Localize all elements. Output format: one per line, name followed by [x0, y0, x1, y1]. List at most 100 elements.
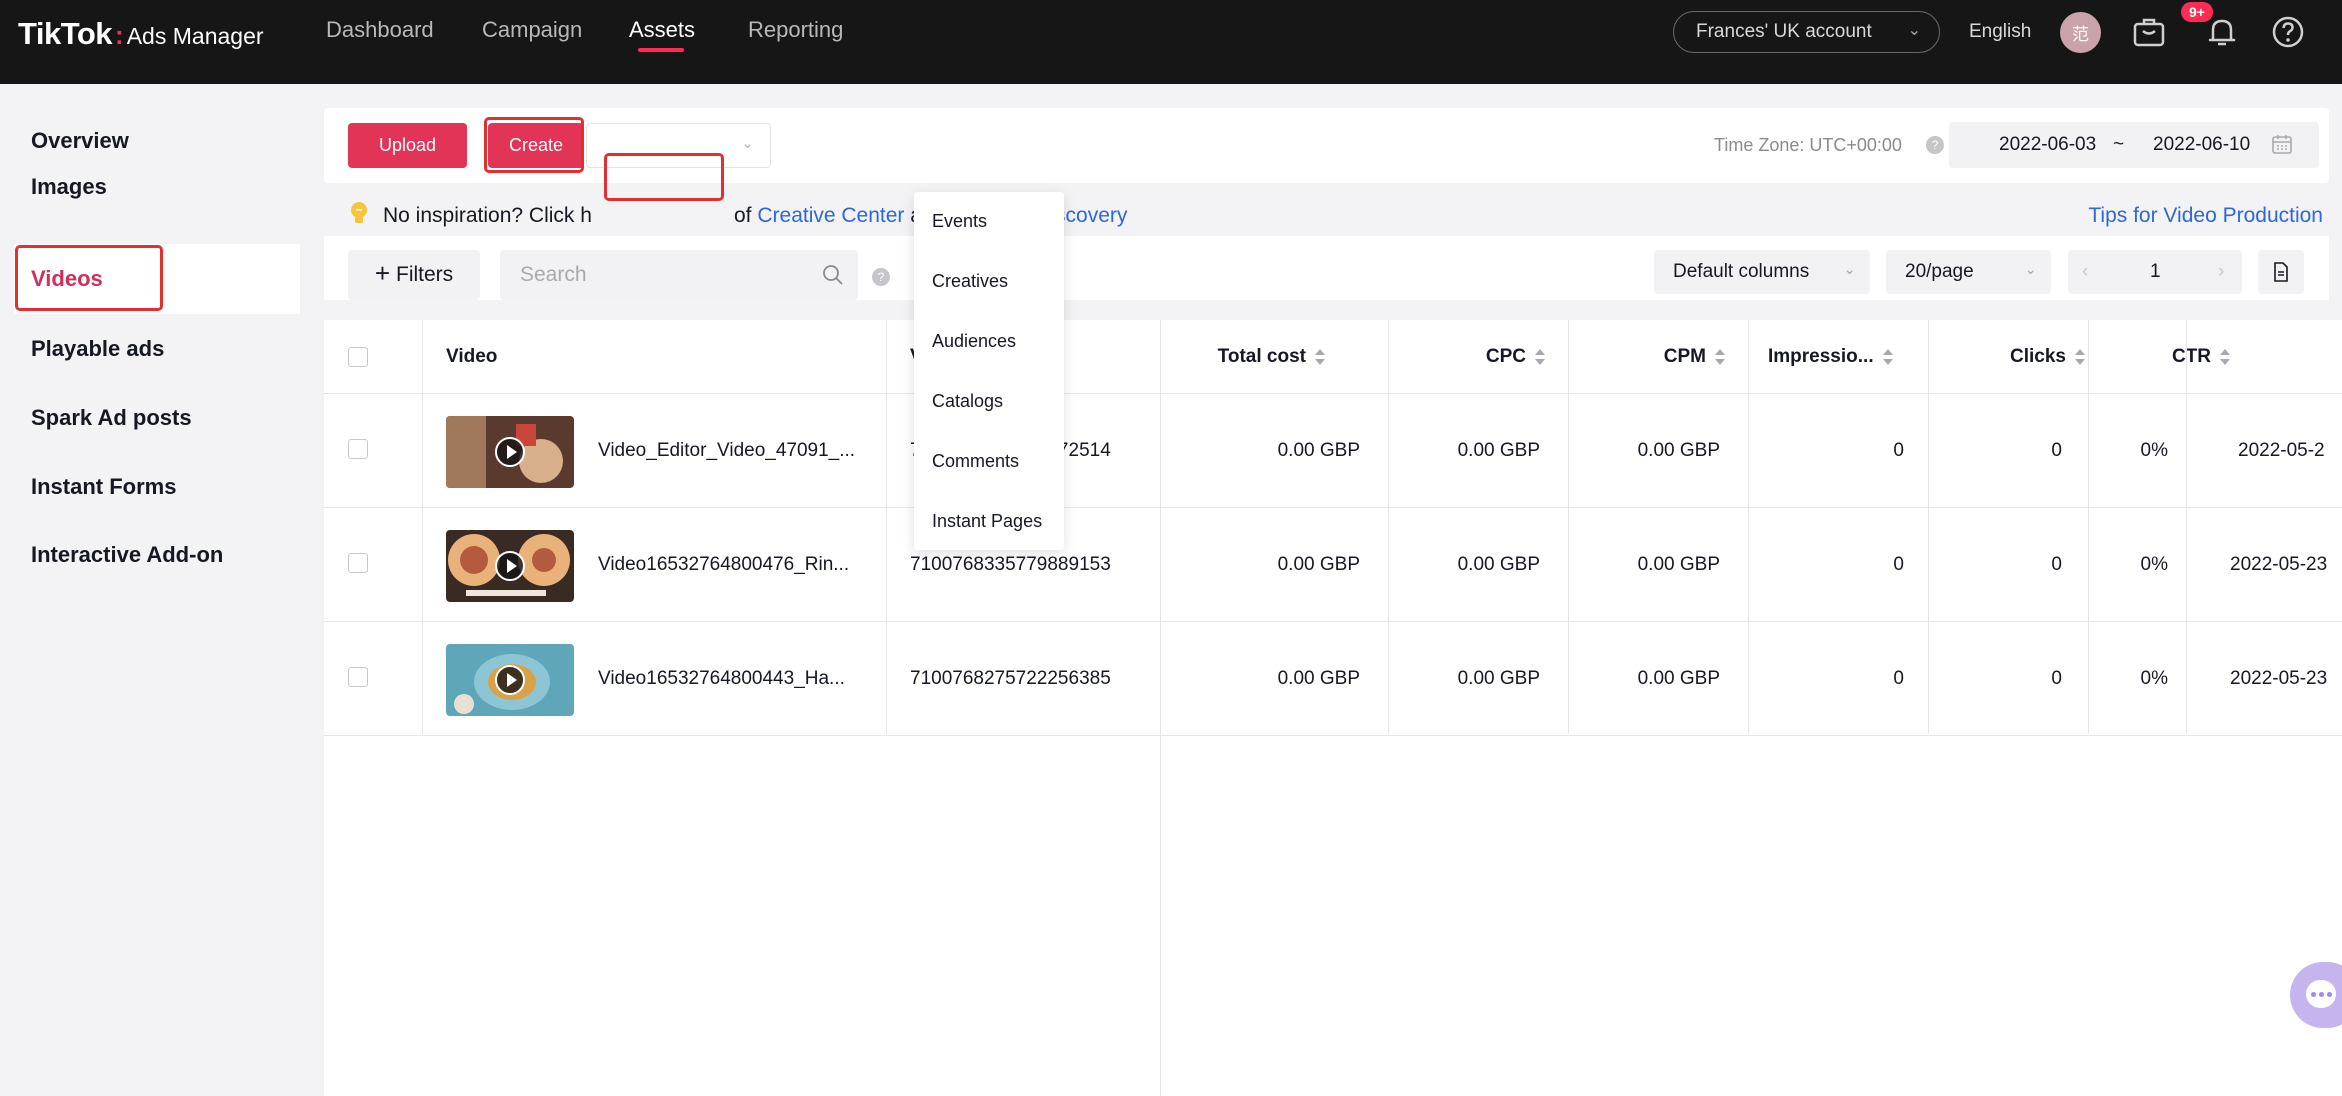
- menu-item-events[interactable]: Events: [932, 211, 987, 232]
- tips-video-production-link[interactable]: Tips for Video Production: [2088, 204, 2323, 228]
- table-row[interactable]: Video16532764800443_Ha... 71007682757222…: [324, 622, 2342, 736]
- nav-campaign[interactable]: Campaign: [482, 17, 582, 43]
- logo-subtitle: Ads Manager: [126, 23, 264, 49]
- date-end: 2022-06-10: [2153, 134, 2251, 155]
- nav-dashboard[interactable]: Dashboard: [326, 17, 434, 43]
- header-total-cost[interactable]: Total cost: [1160, 320, 1326, 394]
- question-icon[interactable]: ?: [872, 268, 890, 286]
- created-date: 2022-05-23: [2230, 668, 2328, 689]
- page-number[interactable]: 1: [2150, 261, 2161, 283]
- play-icon: [495, 437, 525, 467]
- tip-of: of: [734, 204, 752, 227]
- sidebar-item-instant-forms[interactable]: Instant Forms: [14, 454, 300, 520]
- search-icon[interactable]: [822, 264, 844, 292]
- impressions: 0: [1893, 440, 1904, 461]
- ctr: 0%: [2140, 440, 2168, 461]
- nav-reporting[interactable]: Reporting: [748, 17, 843, 43]
- upload-button[interactable]: Upload: [348, 123, 467, 168]
- chevron-down-icon: ⌄: [2024, 261, 2037, 278]
- sort-icon: [2219, 349, 2231, 365]
- cpm: 0.00 GBP: [1637, 554, 1720, 575]
- header-ctr[interactable]: CTR: [2109, 320, 2231, 394]
- sort-icon: [1534, 349, 1546, 365]
- select-all-checkbox[interactable]: [348, 347, 368, 367]
- video-thumbnail[interactable]: [446, 416, 574, 488]
- video-name[interactable]: Video16532764800476_Rin...: [598, 508, 849, 622]
- date-range-picker[interactable]: 2022-06-03 ~ 2022-06-10: [1949, 122, 2319, 168]
- video-thumbnail[interactable]: [446, 530, 574, 602]
- language-selector[interactable]: English: [1969, 21, 2031, 43]
- date-separator: ~: [2113, 134, 2125, 155]
- search-field[interactable]: [500, 250, 858, 300]
- menu-item-instant-pages[interactable]: Instant Pages: [932, 511, 1042, 532]
- help-icon[interactable]: [2270, 14, 2306, 50]
- filter-bar: + Filters ? Default columns ⌄ 20/page ⌄ …: [324, 236, 2329, 300]
- creative-center-link[interactable]: Creative Center: [757, 204, 904, 227]
- row-checkbox[interactable]: [348, 667, 368, 687]
- menu-item-creatives[interactable]: Creatives: [932, 271, 1008, 292]
- impressions: 0: [1893, 668, 1904, 689]
- material-id: 7100768275722256385: [910, 668, 1111, 689]
- videos-table: Video Video Material ID Total cost CPC C…: [324, 320, 2342, 1096]
- logo-colon: :: [115, 20, 124, 50]
- header-video: Video: [446, 346, 498, 367]
- play-icon: [495, 665, 525, 695]
- ctr: 0%: [2140, 668, 2168, 689]
- prev-page-icon[interactable]: ‹: [2082, 261, 2088, 283]
- menu-item-audiences[interactable]: Audiences: [932, 331, 1016, 352]
- active-nav-indicator: [638, 48, 684, 52]
- header-clicks[interactable]: Clicks: [1952, 320, 2086, 394]
- header-ctr-label: CTR: [2171, 346, 2211, 367]
- menu-item-comments[interactable]: Comments: [932, 451, 1019, 472]
- table-row[interactable]: Video16532764800476_Rin... 7100768335779…: [324, 508, 2342, 622]
- filters-button[interactable]: + Filters: [348, 250, 480, 300]
- sidebar-item-videos[interactable]: Videos: [14, 244, 300, 314]
- create-button[interactable]: Create: [488, 123, 584, 168]
- video-name[interactable]: Video_Editor_Video_47091_...: [598, 394, 855, 508]
- cpc: 0.00 GBP: [1457, 554, 1540, 575]
- header-cpm[interactable]: CPM: [1564, 320, 1726, 394]
- timezone-label: Time Zone: UTC+00:00: [1714, 135, 1902, 155]
- sidebar-item-images[interactable]: Images: [14, 154, 300, 220]
- table-row[interactable]: Video_Editor_Video_47091_... 71016361951…: [324, 394, 2342, 508]
- total-cost: 0.00 GBP: [1277, 440, 1360, 461]
- search-input[interactable]: [520, 263, 780, 287]
- header-cpc[interactable]: CPC: [1384, 320, 1546, 394]
- columns-select[interactable]: Default columns ⌄: [1654, 250, 1870, 294]
- tiktok-ads-logo[interactable]: TikTok : Ads Manager: [18, 16, 264, 52]
- briefcase-icon[interactable]: [2131, 14, 2167, 50]
- assets-dropdown-menu: Events Creatives Audiences Catalogs Comm…: [914, 192, 1064, 550]
- export-button[interactable]: [2258, 250, 2304, 294]
- chat-icon: [2306, 980, 2336, 1008]
- clicks: 0: [2051, 554, 2062, 575]
- sort-icon: [2074, 349, 2086, 365]
- video-thumbnail[interactable]: [446, 644, 574, 716]
- date-start: 2022-06-03: [1999, 134, 2097, 155]
- chevron-down-icon: ⌄: [1843, 261, 1856, 278]
- row-checkbox[interactable]: [348, 553, 368, 573]
- header-cpm-label: CPM: [1663, 346, 1706, 367]
- play-icon: [495, 551, 525, 581]
- sort-icon: [1714, 349, 1726, 365]
- menu-item-catalogs[interactable]: Catalogs: [932, 391, 1003, 412]
- video-name[interactable]: Video16532764800443_Ha...: [598, 622, 845, 736]
- account-selector[interactable]: Frances' UK account ⌄: [1673, 11, 1940, 53]
- create-dropdown-trigger[interactable]: ⌄: [586, 123, 771, 168]
- impressions: 0: [1893, 554, 1904, 575]
- question-icon[interactable]: ?: [1926, 136, 1944, 154]
- cpm: 0.00 GBP: [1637, 440, 1720, 461]
- ctr: 0%: [2140, 554, 2168, 575]
- columns-select-label: Default columns: [1673, 261, 1810, 282]
- lightbulb-icon: [350, 202, 368, 224]
- sidebar-item-interactive-add-on[interactable]: Interactive Add-on: [14, 522, 300, 588]
- header-clicks-label: Clicks: [2010, 346, 2066, 367]
- avatar[interactable]: 范: [2060, 12, 2101, 53]
- sort-icon: [1314, 349, 1326, 365]
- nav-assets[interactable]: Assets: [629, 17, 695, 43]
- sidebar-item-playable-ads[interactable]: Playable ads: [14, 316, 300, 382]
- row-checkbox[interactable]: [348, 439, 368, 459]
- page-size-select[interactable]: 20/page ⌄: [1886, 250, 2051, 294]
- next-page-icon[interactable]: ›: [2218, 261, 2224, 283]
- sidebar-item-spark-ad-posts[interactable]: Spark Ad posts: [14, 385, 300, 451]
- header-impressions[interactable]: Impressio...: [1768, 320, 1894, 394]
